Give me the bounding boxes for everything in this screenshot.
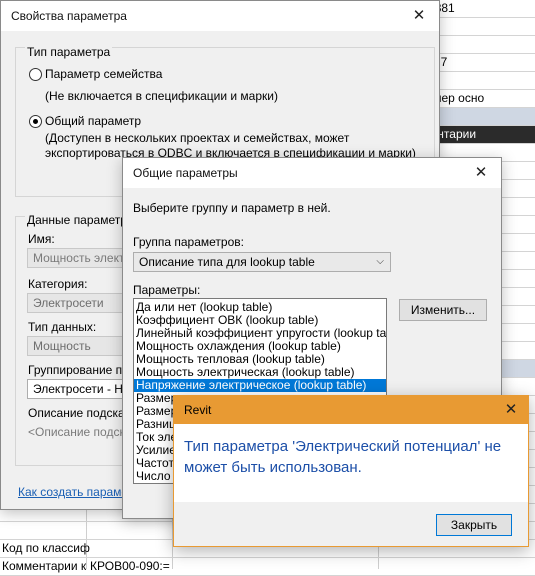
group-combobox-value: Описание типа для lookup table [139, 255, 315, 269]
instruction-text: Выберите группу и параметр в ней. [133, 201, 331, 215]
family-parameter-label: Параметр семейства [45, 67, 163, 81]
group-combobox[interactable]: Описание типа для lookup table ⌵ [133, 252, 391, 272]
params-label: Параметры: [133, 283, 201, 297]
name-label: Имя: [28, 232, 55, 246]
revit-button-bar: Закрыть [174, 502, 528, 546]
shared-parameter-label: Общий параметр [45, 114, 142, 128]
shared-titlebar: Общие параметры ✕ [123, 158, 501, 188]
shared-parameter-radio[interactable] [29, 115, 42, 128]
how-to-create-link[interactable]: Как создать парамет [18, 485, 133, 499]
close-button[interactable]: Закрыть [436, 514, 512, 536]
tooltip-placeholder[interactable]: <Описание подска [28, 425, 132, 439]
props-dialog-title: Свойства параметра [11, 9, 127, 23]
radio-selected-dot [33, 119, 38, 124]
schedule-cell: Комментарии к [2, 559, 87, 573]
group-label: Группа параметров: [133, 235, 244, 249]
category-label: Категория: [28, 277, 88, 291]
close-icon[interactable]: ✕ [461, 158, 501, 188]
shared-dialog-title: Общие параметры [133, 166, 238, 180]
parameter-data-label: Данные параметра [25, 213, 136, 227]
close-icon[interactable]: ✕ [494, 396, 528, 424]
revit-dialog-title: Revit [184, 403, 212, 417]
family-parameter-radio[interactable] [29, 68, 42, 81]
datatype-label: Тип данных: [28, 320, 97, 334]
shared-parameter-note-1: (Доступен в нескольких проектах и семейс… [45, 131, 350, 145]
name-field[interactable]: Мощность электр [27, 248, 137, 268]
family-parameter-note: (Не включается в спецификации и марки) [45, 89, 278, 103]
datatype-field[interactable]: Мощность [27, 336, 137, 356]
tooltip-label: Описание подсказ [28, 406, 131, 420]
props-titlebar: Свойства параметра ✕ [1, 1, 439, 31]
parameter-type-label: Тип параметра [25, 45, 113, 59]
schedule-cell: Код по классиф [2, 541, 90, 555]
revit-error-dialog: Revit ✕ Тип параметра 'Электрический пот… [173, 395, 529, 547]
revit-error-message: Тип параметра 'Электрический потенциал' … [184, 438, 502, 476]
category-field[interactable]: Электросети [27, 293, 137, 313]
schedule-cell: КРОВ00-090:= [90, 559, 170, 573]
chevron-down-icon: ⌵ [376, 256, 384, 267]
revit-titlebar: Revit ✕ [174, 396, 528, 424]
edit-button[interactable]: Изменить... [399, 299, 487, 321]
schedule-row: Комментарии к КРОВ00-090:= [0, 558, 535, 576]
close-icon[interactable]: ✕ [399, 1, 439, 31]
grouping-field[interactable]: Электросети - На [27, 379, 137, 399]
